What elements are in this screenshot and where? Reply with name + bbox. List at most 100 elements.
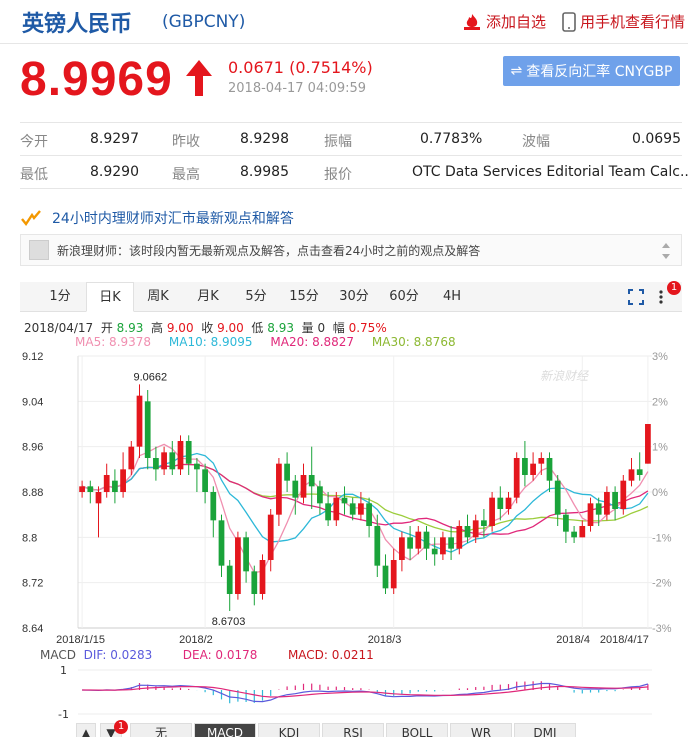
tab-30min[interactable]: 30分 [332,282,376,312]
candle-body [587,503,594,526]
stat-value: 0.7783% [420,131,483,147]
candle-body [612,492,618,509]
candlestick-chart[interactable]: 9.12 3% 9.04 2% 8.96 1% 8.88 0% 8.8 -1% 8.72 -2% 8.6… [0,348,688,648]
tab-15min[interactable]: 15分 [282,282,326,312]
flame-icon [464,13,480,30]
volume-value: 0 [317,321,326,335]
quote-time: 2018-04-17 04:09:59 [228,81,367,96]
tab-1min[interactable]: 1分 [38,282,82,312]
candle-body [120,469,126,492]
stat-value: 8.9297 [90,131,139,147]
stat-label: 振幅 [324,134,352,150]
ma30-label: MA30: 8.8768 [371,335,456,349]
stat-label: 波幅 [522,134,550,150]
advisor-title-link[interactable]: 24小时内理财师对汇市最新观点和解答 [20,204,294,232]
candle-body [628,469,635,481]
candle-body [300,475,307,498]
candle-body [284,463,290,481]
y-tick-label: 9.04 [22,396,43,408]
open-value: 8.93 [116,321,144,335]
candle-body [538,458,545,464]
candle-body [276,463,282,515]
candle-body [128,446,135,470]
stat-value: 0.0695 [632,131,681,147]
low-annotation: 8.6703 [212,616,246,628]
indicator-tab-rsi[interactable]: RSI [322,723,384,737]
tab-monthly-k[interactable]: 月K [186,282,230,312]
pct-tick-label: -1% [652,532,672,544]
add-watchlist-button[interactable]: 添加自选 [462,11,546,32]
x-tick-label: 2018/2 [179,634,213,646]
y-tick-label: 8.96 [22,442,43,454]
candle-body [464,526,471,538]
y-tick-label: 8.88 [22,487,43,499]
candle-body [341,497,348,504]
ohlc-info: 2018/04/17 开 8.93 高 9.00 收 9.00 低 8.93 量… [24,319,387,336]
stat-label: 报价 [324,167,352,183]
mobile-view-button[interactable]: 用手机查看行情 [562,11,685,32]
candle-body [595,503,602,515]
high-annotation: 9.0662 [134,371,168,383]
indicator-tab-wr[interactable]: WR [450,723,512,737]
candle-body [235,537,241,594]
tab-daily-k[interactable]: 日K [86,282,134,312]
reverse-rate-label: 查看反向汇率 CNYGBP [526,64,673,80]
candle-body [325,503,331,521]
candle-body [563,514,569,532]
x-tick-label: 2018/4/17 [600,634,649,646]
candle-body [530,463,536,475]
y-tick-label: 9.12 [22,351,43,363]
candle-body [382,565,389,589]
more-icon[interactable] [658,289,664,305]
scroll-arrows-icon[interactable] [661,241,671,261]
candle-body [431,548,438,555]
advisor-message-box[interactable]: 新浪理财师：该时段内暂无最新观点及解答，点击查看24小时之前的观点及解答 [20,234,682,266]
candle-body [390,560,397,589]
candle-body [554,480,561,515]
currency-name: 英镑人民币 [22,12,133,37]
tab-weekly-k[interactable]: 周K [136,282,180,312]
low-value: 8.93 [267,321,294,335]
indicator-tabs: ▲ ▼ 1 无 MACD KDJ RSI BOLL WR DMI [72,720,688,737]
macd-tick-label: 1 [60,664,67,677]
stat-label: 今开 [20,134,48,150]
indicator-tab-dmi[interactable]: DMI [514,723,576,737]
fullscreen-icon[interactable] [628,289,644,305]
reverse-rate-button[interactable]: ⇌ 查看反向汇率 CNYGBP [503,56,680,86]
candle-body [620,480,627,509]
stat-value: OTC Data Services Editorial Team Calc... [412,164,688,180]
candle-body [604,492,610,515]
scroll-up-button[interactable]: ▲ [76,723,96,737]
candle-body [489,497,495,526]
candle-body [177,441,184,470]
candle-body [161,452,167,470]
candle-body [169,452,176,470]
candle-body [423,531,430,549]
candle-body [194,463,200,470]
ma-legend: MA5: 8.9378 MA10: 8.9095 MA20: 8.8827 MA… [75,335,470,349]
advisor-avatar [29,240,49,260]
candle-body [95,492,102,504]
ma10-label: MA10: 8.9095 [168,335,253,349]
tab-60min[interactable]: 60分 [382,282,426,312]
pct-tick-label: 2% [652,396,668,408]
candle-body [333,497,340,521]
trend-icon [21,210,41,227]
stat-label: 最低 [20,167,48,183]
indicator-tab-none[interactable]: 无 [130,723,192,737]
amplitude-label: 幅 [332,321,345,335]
watermark: 新浪财经 [540,369,590,383]
stat-label: 最高 [172,167,200,183]
tab-5min[interactable]: 5分 [234,282,278,312]
indicator-tab-macd[interactable]: MACD [194,723,256,737]
candle-body [144,401,151,458]
indicator-tab-kdj[interactable]: KDJ [258,723,320,737]
candle-body [399,537,405,560]
high-label: 高 [151,321,164,335]
advisor-title: 24小时内理财师对汇市最新观点和解答 [52,211,294,227]
stat-value: 8.9290 [90,164,139,180]
tab-4h[interactable]: 4H [430,282,474,312]
low-label: 低 [251,321,264,335]
candle-body [440,537,446,555]
indicator-tab-boll[interactable]: BOLL [386,723,448,737]
